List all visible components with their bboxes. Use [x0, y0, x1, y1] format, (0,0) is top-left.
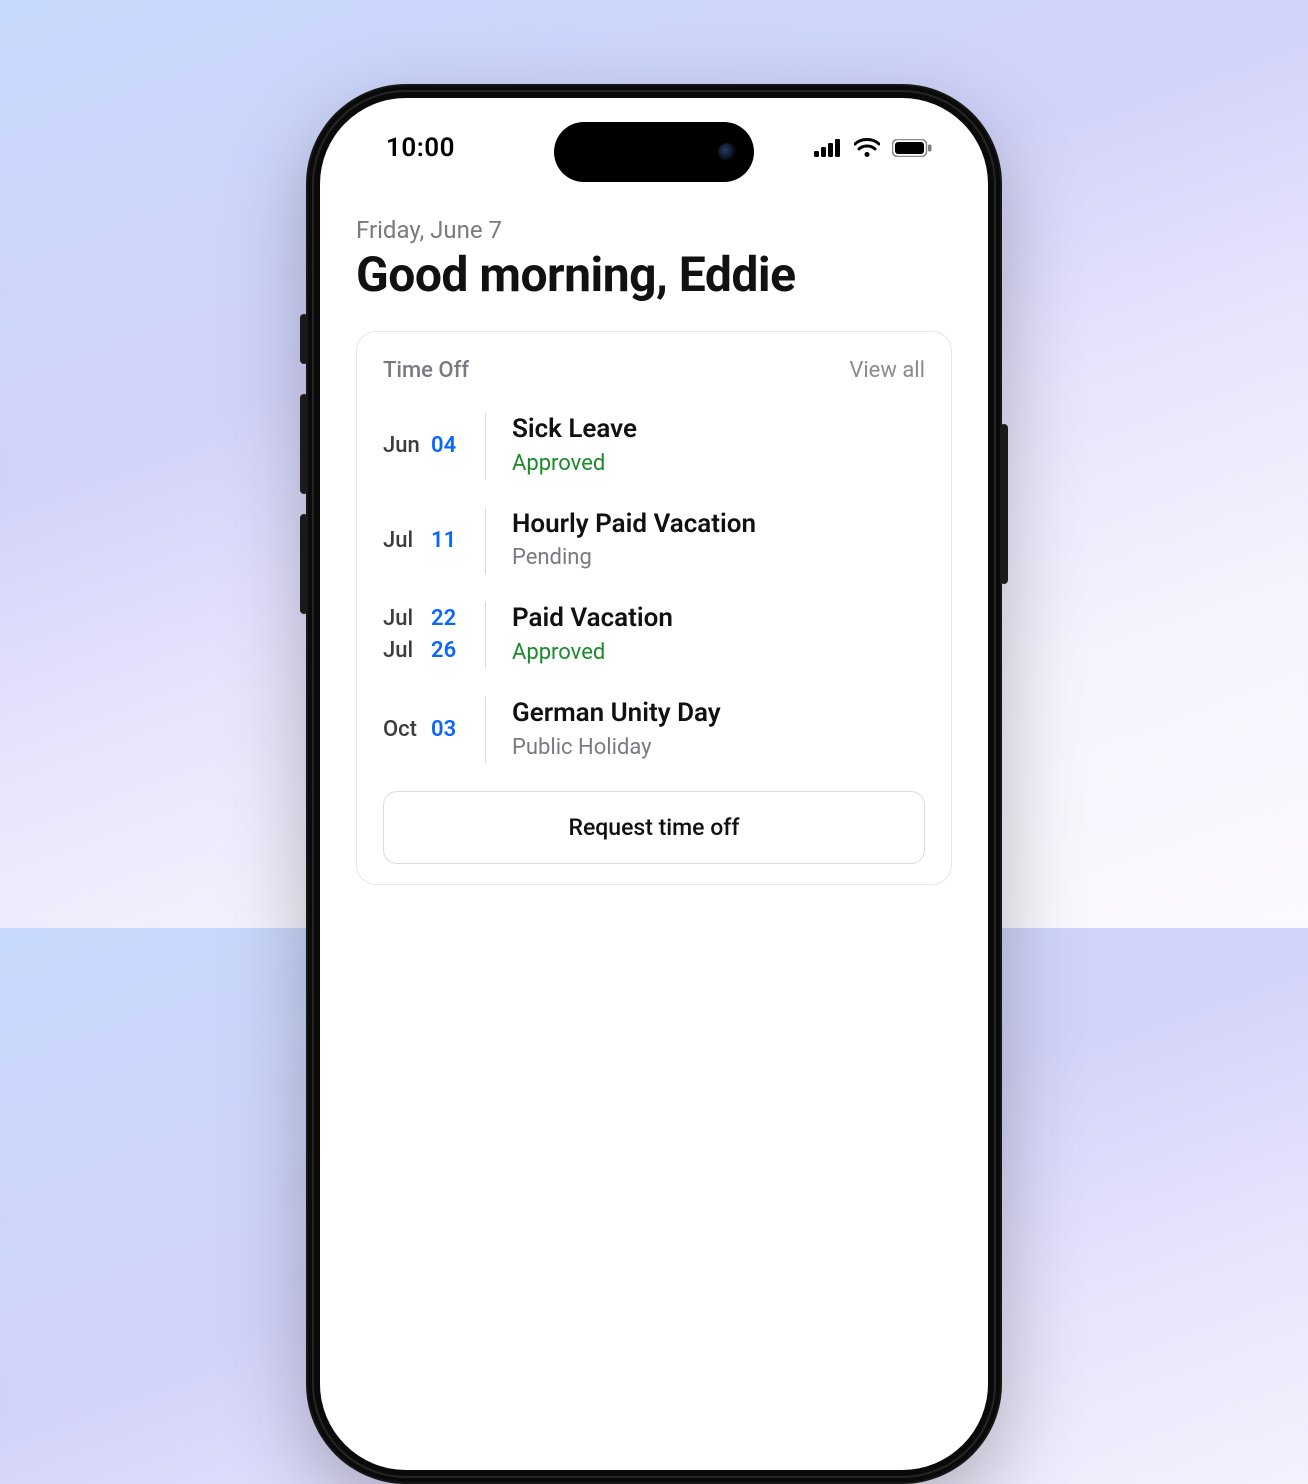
date-day: 04: [431, 432, 456, 461]
phone-screen: 10:00: [320, 98, 988, 1470]
time-off-title: Hourly Paid Vacation: [512, 508, 756, 542]
current-date: Friday, June 7: [356, 216, 952, 244]
vertical-divider: [485, 697, 486, 764]
view-all-link[interactable]: View all: [849, 358, 925, 383]
vertical-divider: [485, 508, 486, 575]
vertical-divider: [485, 413, 486, 480]
time-off-status: Approved: [512, 638, 673, 669]
time-off-card: Time Off View all Jun04Sick LeaveApprove…: [356, 331, 952, 885]
app-content: Friday, June 7 Good morning, Eddie Time …: [320, 198, 988, 885]
time-off-status: Approved: [512, 449, 637, 480]
status-time: 10:00: [386, 133, 455, 163]
time-off-status: Public Holiday: [512, 733, 721, 764]
phone-side-button: [1000, 424, 1008, 584]
time-off-info: Sick LeaveApproved: [512, 413, 637, 480]
time-off-info: German Unity DayPublic Holiday: [512, 697, 721, 764]
time-off-item[interactable]: Jul11 Hourly Paid VacationPending: [383, 508, 925, 575]
time-off-info: Hourly Paid VacationPending: [512, 508, 756, 575]
time-off-info: Paid VacationApproved: [512, 602, 673, 669]
card-header: Time Off View all: [383, 358, 925, 383]
request-time-off-button[interactable]: Request time off: [383, 791, 925, 864]
time-off-title: Paid Vacation: [512, 602, 673, 636]
phone-frame: 10:00: [306, 84, 1002, 1484]
vertical-divider: [485, 602, 486, 669]
time-off-title: German Unity Day: [512, 697, 721, 731]
status-icons: [814, 138, 932, 158]
time-off-title: Sick Leave: [512, 413, 637, 447]
cellular-icon: [814, 139, 842, 157]
time-off-item[interactable]: Jul22Jul26 Paid VacationApproved: [383, 602, 925, 669]
time-off-status: Pending: [512, 543, 756, 574]
time-off-item[interactable]: Oct03 German Unity DayPublic Holiday: [383, 697, 925, 764]
time-off-date: Oct03: [383, 697, 485, 764]
date-day: 03: [431, 716, 456, 745]
phone-side-button: [300, 314, 308, 364]
phone-side-button: [300, 514, 308, 614]
time-off-date: Jun04: [383, 413, 485, 480]
date-month: Jul: [383, 605, 431, 634]
time-off-date: Jul11: [383, 508, 485, 575]
wifi-icon: [854, 138, 880, 158]
greeting-title: Good morning, Eddie: [356, 246, 952, 303]
dynamic-island: [554, 122, 754, 182]
phone-side-button: [300, 394, 308, 494]
date-month: Oct: [383, 716, 431, 745]
time-off-item[interactable]: Jun04 Sick LeaveApproved: [383, 413, 925, 480]
date-month: Jun: [383, 432, 431, 461]
date-month: Jul: [383, 527, 431, 556]
time-off-date: Jul22Jul26: [383, 602, 485, 669]
date-day: 26: [431, 637, 456, 666]
date-month: Jul: [383, 637, 431, 666]
card-title: Time Off: [383, 358, 469, 383]
date-day: 11: [431, 527, 456, 556]
battery-icon: [892, 139, 932, 157]
date-day: 22: [431, 605, 456, 634]
time-off-list: Jun04Sick LeaveApprovedJul11Hourly Paid …: [383, 413, 925, 763]
